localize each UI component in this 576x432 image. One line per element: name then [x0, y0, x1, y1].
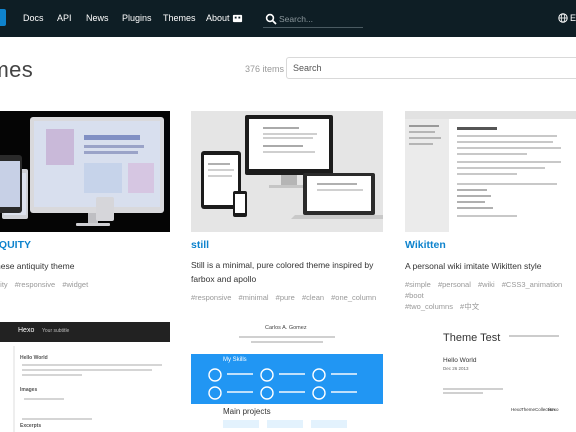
hexo-dark-heading: Excerpts [20, 423, 42, 429]
nav-about[interactable]: About [206, 13, 230, 23]
theme-tag[interactable]: #responsive [191, 293, 231, 302]
hexo-dark-heading: Hello World [20, 355, 48, 361]
nav-search [263, 10, 363, 28]
theme-tag[interactable]: #clean [302, 293, 324, 302]
carlos-projects-heading: Main projects [223, 407, 271, 416]
theme-tag[interactable]: #minimal [239, 293, 269, 302]
hexo-dark-heading: Images [20, 387, 38, 393]
theme-thumbnail-theme-test[interactable]: Theme Test Hello World Dec 26 2013 Hexo … [405, 322, 576, 432]
theme-test-link: Hexo [548, 407, 559, 412]
hexo-dark-brand: Hexo [18, 327, 35, 334]
nav-docs[interactable]: Docs [23, 13, 44, 23]
theme-thumbnail-carlos[interactable]: Carlos A. Gomez My Skills Main projects [191, 322, 383, 432]
carlos-name: Carlos A. Gomez [265, 325, 307, 331]
language-selector[interactable]: E [570, 13, 576, 23]
theme-test-date: Dec 26 2013 [443, 366, 469, 371]
carlos-skills-heading: My Skills [223, 357, 247, 363]
theme-tag[interactable]: #CSS3_animation [502, 280, 562, 289]
theme-search-input[interactable] [293, 61, 573, 75]
nav-search-input[interactable] [279, 12, 361, 26]
theme-test-post: Hello World [443, 357, 477, 364]
theme-tag[interactable]: uity [0, 280, 8, 289]
search-icon [265, 13, 277, 25]
theme-count: 376 items [245, 64, 285, 74]
theme-tag[interactable]: #two_columns [405, 302, 453, 311]
theme-tag[interactable]: #widget [62, 280, 88, 289]
theme-description-wikitten: A personal wiki imitate Wikitten style [405, 261, 542, 271]
theme-tags-still: #responsive #minimal #pure #clean #one_c… [191, 292, 386, 303]
chat-icon[interactable] [232, 13, 243, 24]
hexo-logo[interactable] [0, 9, 6, 26]
theme-tag[interactable]: #personal [438, 280, 471, 289]
theme-tags-wikitten: #simple #personal #wiki #CSS3_animation … [405, 279, 576, 312]
nav-themes[interactable]: Themes [163, 13, 196, 23]
theme-thumbnail-hexo-dark[interactable]: Hexo Your subtitle Hello World Images Ex… [0, 322, 170, 432]
theme-tag[interactable]: #中文 [460, 302, 479, 311]
theme-test-title: Theme Test [443, 332, 501, 344]
page-title: emes [0, 57, 33, 82]
globe-icon[interactable] [558, 13, 568, 23]
theme-thumbnail-still[interactable] [191, 111, 383, 232]
nav-news[interactable]: News [86, 13, 109, 23]
theme-test-link: Hexo [511, 407, 522, 412]
theme-title-antiquity[interactable]: IQUITY [0, 239, 31, 251]
nav-plugins[interactable]: Plugins [122, 13, 152, 23]
theme-tag[interactable]: #boot [405, 291, 424, 300]
theme-tag[interactable]: #one_column [331, 293, 376, 302]
theme-tag[interactable]: #pure [276, 293, 295, 302]
hexo-dark-subtitle: Your subtitle [42, 328, 70, 334]
hexo-dark-preview [0, 322, 170, 432]
theme-title-still[interactable]: still [191, 239, 209, 251]
theme-thumbnail-antiquity[interactable] [0, 111, 170, 232]
theme-description-antiquity: nese antiquity theme [0, 261, 75, 271]
theme-title-wikitten[interactable]: Wikitten [405, 239, 446, 251]
theme-tag[interactable]: #simple [405, 280, 431, 289]
theme-tags-antiquity: uity #responsive #widget [0, 279, 171, 290]
top-navbar: Docs API News Plugins Themes About E [0, 0, 576, 37]
theme-tag[interactable]: #responsive [15, 280, 55, 289]
theme-search [286, 57, 576, 79]
carlos-preview [191, 322, 383, 428]
theme-thumbnail-wikitten[interactable] [405, 111, 576, 232]
theme-tag[interactable]: #wiki [478, 280, 495, 289]
theme-description-still: Still is a minimal, pure colored theme i… [191, 260, 374, 284]
nav-api[interactable]: API [57, 13, 72, 23]
